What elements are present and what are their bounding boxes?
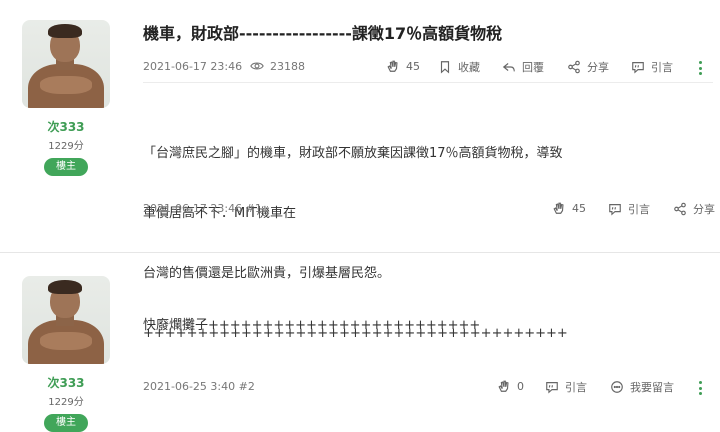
avatar[interactable]: [22, 276, 110, 364]
author-name[interactable]: 次333: [22, 118, 110, 135]
quote-button[interactable]: 引言: [631, 59, 673, 75]
share-label: 分享: [693, 203, 715, 216]
author-block: 次333 1229分 樓主: [22, 20, 110, 176]
like-button[interactable]: 45: [552, 201, 586, 215]
author-name[interactable]: 次333: [22, 374, 110, 391]
post-1: 次333 1229分 樓主 機車，財政部-----------------課徵1…: [0, 0, 720, 341]
meta-divider: [143, 82, 713, 83]
share-button[interactable]: 分享: [673, 201, 715, 217]
view-count-value: 23188: [270, 59, 305, 73]
clap-icon: [498, 380, 509, 392]
share-icon: [568, 60, 580, 74]
reply-icon: [502, 63, 515, 72]
content-line: 「台灣庶民之腳」的機車，財政部不願放棄因課徵17％高額貨物稅，導致: [143, 146, 563, 161]
like-count: 45: [406, 59, 420, 73]
author-score: 1229分: [48, 141, 84, 152]
quote-icon: [546, 382, 558, 394]
comment-button[interactable]: 我要留言: [610, 379, 674, 395]
op-badge: 樓主: [44, 158, 88, 176]
post-content: 快廢爛攤子+++++++++++++++++++++++++: [143, 276, 480, 376]
quote-label: 引言: [565, 381, 587, 394]
more-options-icon[interactable]: [693, 379, 707, 397]
comment-label: 我要留言: [630, 381, 674, 394]
reply-button[interactable]: 回覆: [502, 59, 544, 75]
post-2: 次333 1229分 樓主 快廢爛攤子+++++++++++++++++++++…: [0, 262, 720, 432]
share-button[interactable]: 分享: [567, 59, 609, 75]
share-icon: [674, 202, 686, 216]
quote-button[interactable]: 引言: [608, 201, 650, 217]
quote-label: 引言: [651, 61, 673, 74]
clap-icon: [387, 60, 398, 72]
quote-label: 引言: [628, 203, 650, 216]
view-count: 23188: [250, 59, 305, 73]
more-options-icon[interactable]: [693, 59, 707, 77]
content-line: 快廢爛攤子+++++++++++++++++++++++++: [143, 318, 481, 333]
floor-date: 2021-06-17 23:46 #1: [143, 202, 262, 215]
like-count: 45: [572, 201, 586, 215]
quote-icon: [609, 204, 621, 216]
floor-date: 2021-06-25 3:40 #2: [143, 380, 255, 393]
bookmark-icon: [440, 61, 450, 74]
author-score: 1229分: [48, 397, 84, 408]
post-date: 2021-06-17 23:46: [143, 60, 243, 73]
post-title: 機車，財政部-----------------課徵17％高額貨物稅: [143, 24, 503, 43]
clap-icon: [553, 202, 564, 214]
reply-label: 回覆: [522, 61, 544, 74]
quote-button[interactable]: 引言: [545, 379, 587, 395]
share-label: 分享: [587, 61, 609, 74]
post-divider: [0, 252, 720, 253]
like-count: 0: [517, 379, 524, 393]
comment-icon: [611, 381, 623, 393]
op-badge: 樓主: [44, 414, 88, 432]
author-block: 次333 1229分 樓主: [22, 276, 110, 432]
like-button[interactable]: 0: [497, 379, 524, 393]
like-button[interactable]: 45: [386, 59, 420, 73]
eye-icon: [250, 62, 264, 70]
quote-icon: [632, 62, 644, 74]
bookmark-label: 收藏: [458, 61, 480, 74]
bookmark-button[interactable]: 收藏: [438, 59, 480, 75]
avatar[interactable]: [22, 20, 110, 108]
